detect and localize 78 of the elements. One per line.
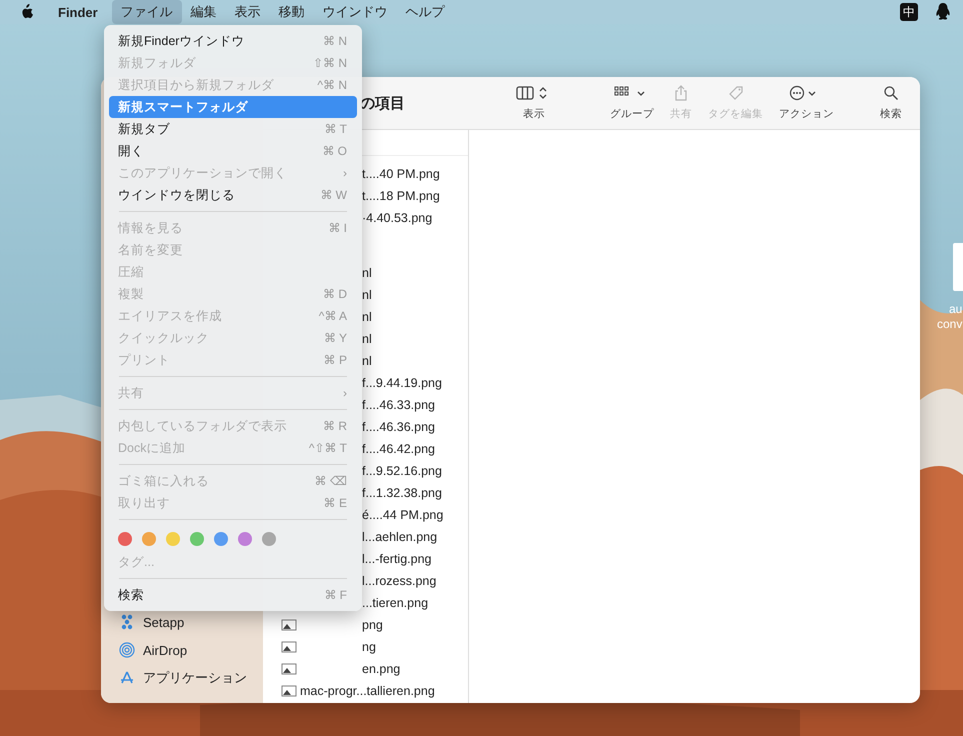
search-icon [883, 85, 899, 101]
shortcut-label: ⌘ N [323, 34, 347, 48]
shortcut-label: › [343, 166, 347, 180]
file-thumbnail-icon[interactable] [953, 243, 963, 291]
menu-bar-item[interactable]: 編集 [182, 0, 226, 24]
tag-color-dot[interactable] [166, 532, 180, 546]
shortcut-label: › [343, 386, 347, 400]
menu-bar-item[interactable]: 移動 [270, 0, 314, 24]
app-store-icon [119, 670, 135, 686]
shortcut-label: ⌘ ⌫ [314, 474, 347, 488]
shortcut-label: ⌘ O [322, 144, 347, 158]
file-name[interactable]: ·4.40.53.png [362, 211, 432, 225]
file-name[interactable]: nl [362, 310, 372, 324]
file-name[interactable]: ...tieren.png [362, 596, 428, 610]
shortcut-label: ⌘ T [324, 122, 347, 136]
shortcut-label: ⌘ Y [324, 331, 347, 345]
toolbar-button[interactable]: 表示 [516, 85, 552, 121]
file-name[interactable]: en.png [362, 662, 400, 676]
tag-color-dot[interactable] [142, 532, 156, 546]
menu-bar-item[interactable]: 表示 [226, 0, 270, 24]
menu-item[interactable]: 検索 ⌘ F [109, 584, 357, 606]
shortcut-label: ^⌘ N [317, 78, 347, 92]
shortcut-label: ⌘ D [323, 287, 347, 301]
file-name[interactable]: nl [362, 288, 372, 302]
shortcut-label: ^⌘ A [318, 309, 347, 323]
shortcut-label: ^⇧⌘ T [308, 441, 347, 455]
file-name[interactable]: ng [362, 640, 376, 654]
shortcut-label: ⌘ P [324, 353, 347, 367]
file-name[interactable]: f....46.33.png [362, 398, 435, 412]
file-name[interactable]: é....44 PM.png [362, 508, 444, 522]
shortcut-label: ⌘ W [320, 188, 347, 202]
dots-icon [119, 614, 135, 630]
menu-item[interactable]: ウインドウを閉じる ⌘ W [109, 184, 357, 206]
menu-bar-item[interactable]: ファイル [112, 0, 182, 24]
shortcut-label: ⌘ R [323, 419, 347, 433]
file-name[interactable]: nl [362, 332, 372, 346]
tag-color-dot[interactable] [238, 532, 252, 546]
file-name[interactable]: mac-progr...tallieren.png [300, 684, 435, 698]
file-name[interactable]: l...-fertig.png [362, 552, 432, 566]
input-method-icon[interactable]: 中 [900, 3, 918, 21]
shortcut-label: ⌘ E [324, 496, 347, 510]
menu-item[interactable]: 新規タブ ⌘ T [109, 118, 357, 140]
tag-color-dot[interactable] [118, 532, 132, 546]
file-name[interactable]: f....46.36.png [362, 420, 435, 434]
airdrop-icon [119, 642, 135, 658]
apple-logo-icon[interactable] [20, 4, 34, 20]
file-name[interactable]: f...9.52.16.png [362, 464, 442, 478]
file-name[interactable]: f...9.44.19.png [362, 376, 442, 390]
file-name[interactable]: l...rozess.png [362, 574, 436, 588]
toolbar-button[interactable]: グループ [610, 85, 654, 121]
file-name[interactable]: png [362, 618, 383, 632]
share-icon [673, 85, 689, 101]
file-name[interactable]: f...1.32.38.png [362, 486, 442, 500]
shortcut-label: ⇧⌘ N [313, 56, 347, 70]
file-name[interactable]: t....18 PM.png [362, 189, 440, 203]
tag-icon [728, 85, 744, 101]
tag-color-dot[interactable] [190, 532, 204, 546]
app-menu[interactable]: Finder [48, 4, 108, 20]
file-name[interactable]: f....46.42.png [362, 442, 435, 456]
file-name[interactable]: nl [362, 354, 372, 368]
file-name[interactable]: nl [362, 266, 372, 280]
window-title: の項目 [360, 94, 405, 112]
sidebar-item[interactable]: Setapp [113, 608, 263, 636]
menu-bar-item[interactable]: ウインドウ [314, 0, 397, 24]
toolbar-button[interactable]: アクション [779, 85, 834, 121]
file-name[interactable]: t....40 PM.png [362, 167, 440, 181]
file-name[interactable]: l...aehlen.png [362, 530, 438, 544]
penguin-icon[interactable] [935, 3, 951, 21]
menu-bar-item[interactable]: ヘルプ [396, 0, 454, 24]
toolbar-button[interactable]: 検索 [880, 85, 902, 121]
menu-item[interactable]: 開く ⌘ O [109, 140, 357, 162]
tag-color-dot[interactable] [214, 532, 228, 546]
sidebar-item[interactable]: アプリケーション [113, 664, 263, 692]
menu-item[interactable]: 新規Finderウインドウ ⌘ N [109, 30, 357, 52]
shortcut-label: ⌘ F [324, 588, 347, 602]
sidebar-item[interactable]: AirDrop [113, 636, 263, 664]
tag-color-dot[interactable] [262, 532, 276, 546]
shortcut-label: ⌘ I [328, 221, 347, 235]
